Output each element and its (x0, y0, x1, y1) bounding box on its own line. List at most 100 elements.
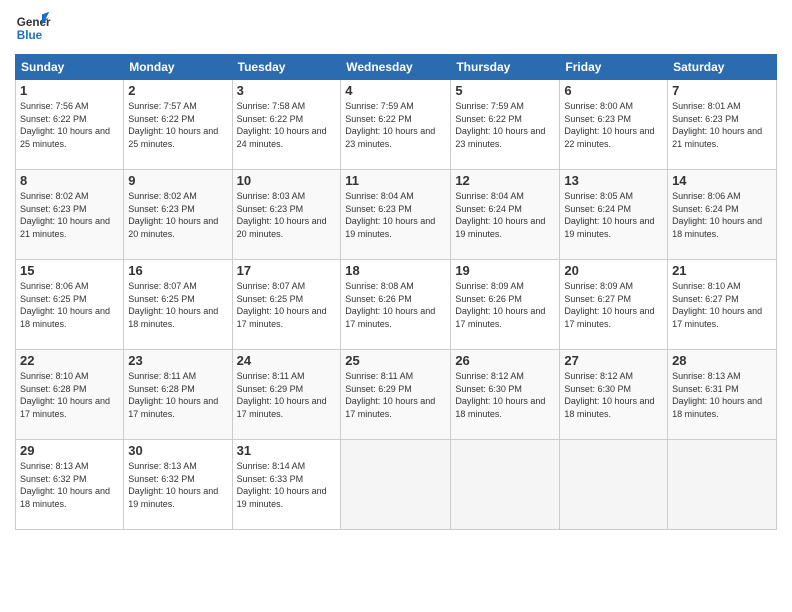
calendar-cell: 22 Sunrise: 8:10 AMSunset: 6:28 PMDaylig… (16, 350, 124, 440)
day-number: 2 (128, 83, 227, 98)
day-number: 1 (20, 83, 119, 98)
calendar-cell: 13 Sunrise: 8:05 AMSunset: 6:24 PMDaylig… (560, 170, 668, 260)
day-info: Sunrise: 7:57 AMSunset: 6:22 PMDaylight:… (128, 101, 218, 149)
day-number: 20 (564, 263, 663, 278)
logo: General Blue (15, 10, 51, 46)
day-info: Sunrise: 8:02 AMSunset: 6:23 PMDaylight:… (128, 191, 218, 239)
calendar-week-row: 29 Sunrise: 8:13 AMSunset: 6:32 PMDaylig… (16, 440, 777, 530)
calendar-week-row: 15 Sunrise: 8:06 AMSunset: 6:25 PMDaylig… (16, 260, 777, 350)
calendar-cell: 31 Sunrise: 8:14 AMSunset: 6:33 PMDaylig… (232, 440, 341, 530)
day-number: 28 (672, 353, 772, 368)
day-info: Sunrise: 8:12 AMSunset: 6:30 PMDaylight:… (564, 371, 654, 419)
day-info: Sunrise: 8:06 AMSunset: 6:25 PMDaylight:… (20, 281, 110, 329)
day-info: Sunrise: 7:59 AMSunset: 6:22 PMDaylight:… (345, 101, 435, 149)
day-number: 17 (237, 263, 337, 278)
calendar-cell: 3 Sunrise: 7:58 AMSunset: 6:22 PMDayligh… (232, 80, 341, 170)
calendar-cell: 8 Sunrise: 8:02 AMSunset: 6:23 PMDayligh… (16, 170, 124, 260)
day-info: Sunrise: 8:13 AMSunset: 6:32 PMDaylight:… (20, 461, 110, 509)
day-number: 25 (345, 353, 446, 368)
calendar-cell (668, 440, 777, 530)
day-info: Sunrise: 8:00 AMSunset: 6:23 PMDaylight:… (564, 101, 654, 149)
calendar-day-header: Wednesday (341, 55, 451, 80)
calendar-cell: 17 Sunrise: 8:07 AMSunset: 6:25 PMDaylig… (232, 260, 341, 350)
calendar-cell: 26 Sunrise: 8:12 AMSunset: 6:30 PMDaylig… (451, 350, 560, 440)
calendar-cell: 1 Sunrise: 7:56 AMSunset: 6:22 PMDayligh… (16, 80, 124, 170)
day-number: 29 (20, 443, 119, 458)
calendar-cell: 9 Sunrise: 8:02 AMSunset: 6:23 PMDayligh… (124, 170, 232, 260)
logo-icon: General Blue (15, 10, 51, 46)
day-number: 13 (564, 173, 663, 188)
day-info: Sunrise: 8:14 AMSunset: 6:33 PMDaylight:… (237, 461, 327, 509)
calendar-cell: 28 Sunrise: 8:13 AMSunset: 6:31 PMDaylig… (668, 350, 777, 440)
day-info: Sunrise: 8:12 AMSunset: 6:30 PMDaylight:… (455, 371, 545, 419)
calendar-cell: 7 Sunrise: 8:01 AMSunset: 6:23 PMDayligh… (668, 80, 777, 170)
calendar-cell: 2 Sunrise: 7:57 AMSunset: 6:22 PMDayligh… (124, 80, 232, 170)
calendar-cell: 21 Sunrise: 8:10 AMSunset: 6:27 PMDaylig… (668, 260, 777, 350)
day-number: 12 (455, 173, 555, 188)
day-info: Sunrise: 8:13 AMSunset: 6:32 PMDaylight:… (128, 461, 218, 509)
calendar-cell: 10 Sunrise: 8:03 AMSunset: 6:23 PMDaylig… (232, 170, 341, 260)
calendar-cell (560, 440, 668, 530)
calendar-day-header: Saturday (668, 55, 777, 80)
day-info: Sunrise: 8:07 AMSunset: 6:25 PMDaylight:… (128, 281, 218, 329)
day-info: Sunrise: 8:04 AMSunset: 6:24 PMDaylight:… (455, 191, 545, 239)
day-info: Sunrise: 8:06 AMSunset: 6:24 PMDaylight:… (672, 191, 762, 239)
day-info: Sunrise: 8:09 AMSunset: 6:26 PMDaylight:… (455, 281, 545, 329)
calendar-cell: 6 Sunrise: 8:00 AMSunset: 6:23 PMDayligh… (560, 80, 668, 170)
calendar-cell: 14 Sunrise: 8:06 AMSunset: 6:24 PMDaylig… (668, 170, 777, 260)
calendar-cell: 25 Sunrise: 8:11 AMSunset: 6:29 PMDaylig… (341, 350, 451, 440)
calendar-cell: 11 Sunrise: 8:04 AMSunset: 6:23 PMDaylig… (341, 170, 451, 260)
day-number: 9 (128, 173, 227, 188)
day-number: 3 (237, 83, 337, 98)
calendar-cell: 12 Sunrise: 8:04 AMSunset: 6:24 PMDaylig… (451, 170, 560, 260)
day-number: 23 (128, 353, 227, 368)
day-number: 5 (455, 83, 555, 98)
calendar-cell: 23 Sunrise: 8:11 AMSunset: 6:28 PMDaylig… (124, 350, 232, 440)
day-number: 18 (345, 263, 446, 278)
day-info: Sunrise: 8:11 AMSunset: 6:29 PMDaylight:… (237, 371, 327, 419)
day-number: 26 (455, 353, 555, 368)
day-info: Sunrise: 8:10 AMSunset: 6:28 PMDaylight:… (20, 371, 110, 419)
day-number: 30 (128, 443, 227, 458)
calendar-week-row: 8 Sunrise: 8:02 AMSunset: 6:23 PMDayligh… (16, 170, 777, 260)
day-number: 21 (672, 263, 772, 278)
calendar-day-header: Sunday (16, 55, 124, 80)
page: General Blue SundayMondayTuesdayWednesda… (0, 0, 792, 612)
day-info: Sunrise: 8:11 AMSunset: 6:28 PMDaylight:… (128, 371, 218, 419)
day-info: Sunrise: 8:09 AMSunset: 6:27 PMDaylight:… (564, 281, 654, 329)
day-number: 10 (237, 173, 337, 188)
day-number: 19 (455, 263, 555, 278)
calendar-day-header: Thursday (451, 55, 560, 80)
day-number: 8 (20, 173, 119, 188)
header: General Blue (15, 10, 777, 46)
calendar-cell: 15 Sunrise: 8:06 AMSunset: 6:25 PMDaylig… (16, 260, 124, 350)
day-info: Sunrise: 8:08 AMSunset: 6:26 PMDaylight:… (345, 281, 435, 329)
day-number: 22 (20, 353, 119, 368)
day-number: 11 (345, 173, 446, 188)
svg-text:Blue: Blue (17, 29, 43, 42)
day-info: Sunrise: 8:04 AMSunset: 6:23 PMDaylight:… (345, 191, 435, 239)
day-info: Sunrise: 8:07 AMSunset: 6:25 PMDaylight:… (237, 281, 327, 329)
day-info: Sunrise: 8:10 AMSunset: 6:27 PMDaylight:… (672, 281, 762, 329)
day-info: Sunrise: 8:13 AMSunset: 6:31 PMDaylight:… (672, 371, 762, 419)
calendar-week-row: 22 Sunrise: 8:10 AMSunset: 6:28 PMDaylig… (16, 350, 777, 440)
calendar-cell (451, 440, 560, 530)
calendar-cell: 19 Sunrise: 8:09 AMSunset: 6:26 PMDaylig… (451, 260, 560, 350)
day-number: 31 (237, 443, 337, 458)
calendar-cell: 5 Sunrise: 7:59 AMSunset: 6:22 PMDayligh… (451, 80, 560, 170)
calendar-week-row: 1 Sunrise: 7:56 AMSunset: 6:22 PMDayligh… (16, 80, 777, 170)
calendar-day-header: Monday (124, 55, 232, 80)
calendar-cell: 27 Sunrise: 8:12 AMSunset: 6:30 PMDaylig… (560, 350, 668, 440)
day-info: Sunrise: 8:03 AMSunset: 6:23 PMDaylight:… (237, 191, 327, 239)
calendar-cell: 4 Sunrise: 7:59 AMSunset: 6:22 PMDayligh… (341, 80, 451, 170)
day-number: 15 (20, 263, 119, 278)
day-info: Sunrise: 8:02 AMSunset: 6:23 PMDaylight:… (20, 191, 110, 239)
day-number: 6 (564, 83, 663, 98)
calendar-cell: 29 Sunrise: 8:13 AMSunset: 6:32 PMDaylig… (16, 440, 124, 530)
day-number: 16 (128, 263, 227, 278)
calendar-cell: 20 Sunrise: 8:09 AMSunset: 6:27 PMDaylig… (560, 260, 668, 350)
day-number: 14 (672, 173, 772, 188)
calendar-day-header: Friday (560, 55, 668, 80)
day-number: 27 (564, 353, 663, 368)
calendar-cell (341, 440, 451, 530)
